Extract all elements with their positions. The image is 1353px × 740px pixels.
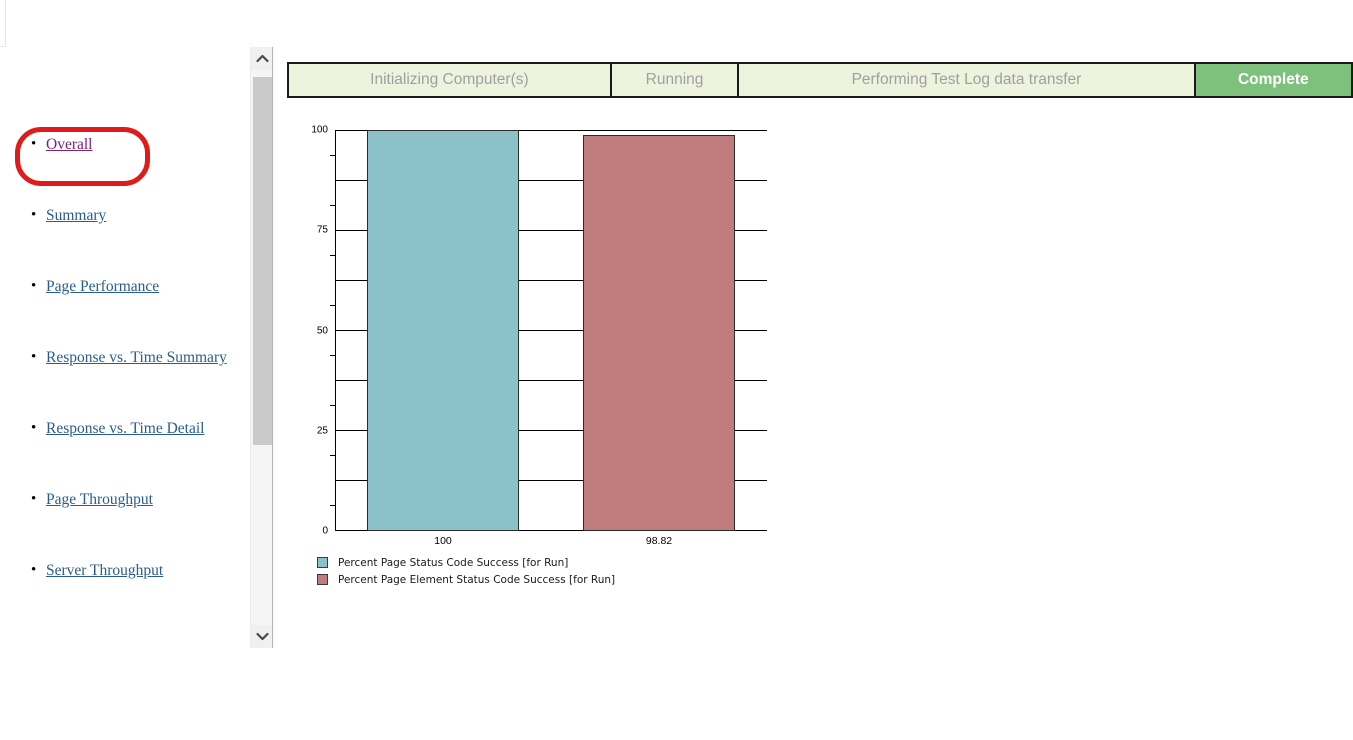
- y-axis-label: 25: [316, 425, 328, 437]
- sidebar-item-page-throughput[interactable]: Page Throughput: [46, 491, 153, 508]
- list-item: Page Throughput: [0, 491, 249, 562]
- chart-bar: [583, 134, 735, 531]
- legend-label: Percent Page Element Status Code Success…: [338, 573, 616, 586]
- y-axis-tick: [330, 455, 335, 457]
- sidebar-item-summary[interactable]: Summary: [46, 207, 106, 224]
- y-axis-label: 75: [316, 224, 328, 236]
- y-axis-label: 100: [311, 124, 328, 136]
- y-axis-tick: [330, 304, 335, 306]
- sidebar-item-server-throughput[interactable]: Server Throughput: [46, 562, 163, 579]
- list-item: Summary: [0, 207, 249, 278]
- list-item: Response vs. Time Detail: [0, 420, 249, 491]
- progress-step-initializing: Initializing Computer(s): [289, 64, 612, 96]
- vertical-scrollbar[interactable]: [250, 47, 274, 648]
- chart-bar: [367, 130, 519, 531]
- x-axis-label: 98.82: [645, 535, 673, 547]
- chart-plot-area: 0 25 50 75 100 100 98.82: [311, 125, 767, 547]
- legend-color-swatch: [317, 557, 328, 568]
- chevron-up-icon: [256, 54, 269, 63]
- scroll-down-button[interactable]: [251, 625, 274, 648]
- report-section-list: Overall Summary Page Performance Respons…: [0, 136, 249, 633]
- scroll-up-button[interactable]: [251, 47, 274, 70]
- list-item: Server Throughput: [0, 562, 249, 633]
- app-root: Overall Summary Page Performance Respons…: [0, 0, 1353, 740]
- overall-success-bar-chart: 0 25 50 75 100 100 98.82 Percent Page Status …: [287, 112, 847, 602]
- legend-color-swatch: [317, 574, 328, 585]
- sidebar-item-overall[interactable]: Overall: [46, 136, 92, 153]
- progress-step-complete: Complete: [1195, 64, 1351, 96]
- progress-step-running: Running: [611, 64, 740, 96]
- y-axis-tick: [330, 405, 335, 407]
- chevron-down-icon: [256, 632, 269, 641]
- y-axis-tick: [330, 204, 335, 206]
- progress-step-log-transfer: Performing Test Log data transfer: [739, 64, 1196, 96]
- main-content: Initializing Computer(s) Running Perform…: [275, 0, 1353, 740]
- y-axis-tick: [330, 254, 335, 256]
- report-navigation-pane: Overall Summary Page Performance Respons…: [0, 0, 249, 648]
- y-axis-tick: [330, 505, 335, 507]
- y-axis-tick: [330, 154, 335, 156]
- legend-row: Percent Page Element Status Code Success…: [317, 571, 615, 588]
- list-item: Response vs. Time Summary: [0, 349, 249, 420]
- scrollbar-thumb[interactable]: [253, 77, 272, 445]
- legend-label: Percent Page Status Code Success [for Ru…: [338, 556, 569, 569]
- chart-legend: Percent Page Status Code Success [for Ru…: [317, 554, 615, 588]
- sidebar-item-page-performance[interactable]: Page Performance: [46, 278, 159, 295]
- x-axis-label: 100: [434, 535, 452, 547]
- y-axis-label: 50: [316, 325, 328, 336]
- y-axis-label: 0: [322, 525, 328, 537]
- list-item: Overall: [0, 136, 249, 207]
- list-item: Page Performance: [0, 278, 249, 349]
- sidebar-item-response-vs-time-detail[interactable]: Response vs. Time Detail: [46, 420, 204, 437]
- y-axis-tick: [330, 355, 335, 357]
- legend-row: Percent Page Status Code Success [for Ru…: [317, 554, 615, 571]
- pane-top-edge: [0, 0, 6, 47]
- test-progress-bar: Initializing Computer(s) Running Perform…: [287, 62, 1353, 98]
- sidebar-item-response-vs-time-summary[interactable]: Response vs. Time Summary: [46, 349, 227, 366]
